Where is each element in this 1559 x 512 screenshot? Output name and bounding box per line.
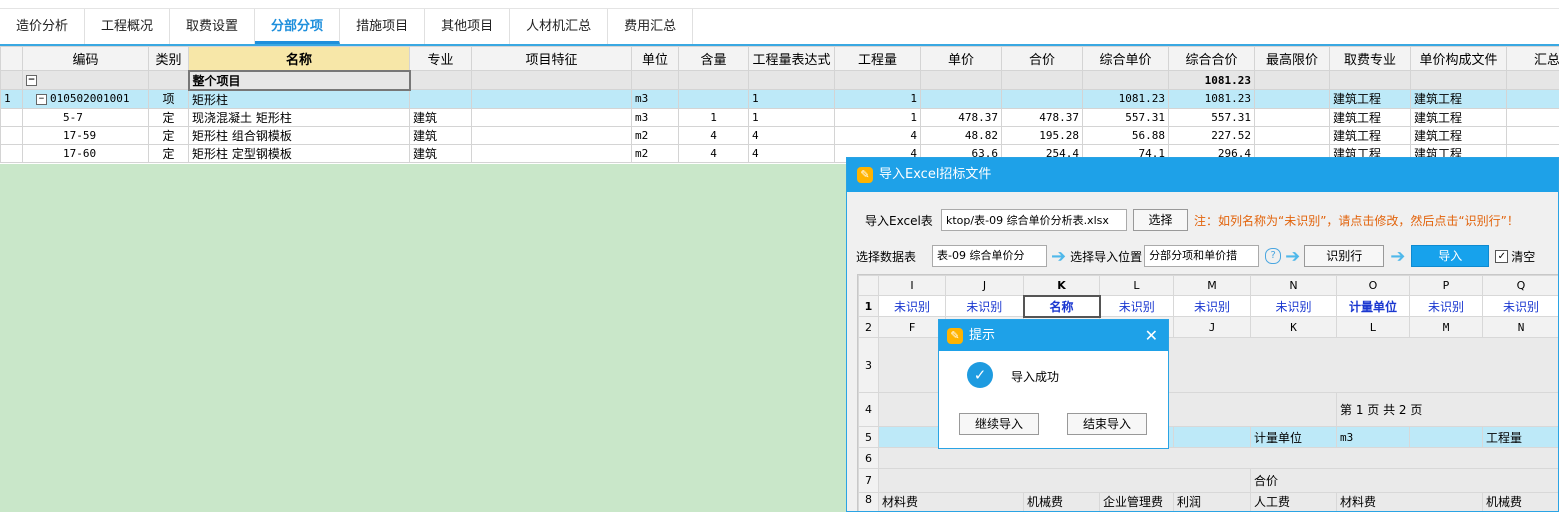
tab-fee-settings[interactable]: 取费设置	[170, 9, 256, 44]
top-strip	[0, 0, 1559, 9]
check-circle-icon: ✓	[967, 362, 993, 388]
col-header[interactable]: 专业	[409, 46, 472, 71]
choose-file-button[interactable]: 选择	[1133, 209, 1188, 231]
tab-sub-items[interactable]: 分部分项	[255, 9, 341, 44]
col-header[interactable]: 工程量	[834, 46, 921, 71]
main-tabs: 造价分析 工程概况 取费设置 分部分项 措施项目 其他项目 人材机汇总 费用汇总	[0, 9, 1559, 46]
total-name: 整个项目	[187, 69, 411, 91]
popup-message: 导入成功	[1011, 370, 1060, 384]
end-import-button[interactable]: 结束导入	[1067, 413, 1147, 435]
popup-titlebar[interactable]: ✎ 提示 ✕	[939, 320, 1168, 351]
app-logo-icon: ✎	[857, 166, 873, 183]
tab-cost-analysis[interactable]: 造价分析	[0, 9, 86, 44]
col-header[interactable]: 汇总类	[1506, 46, 1559, 71]
table-row[interactable]: 5-7 定 现浇混凝土 矩形柱 建筑 m3 1 1 1 478.37 478.3…	[0, 107, 1559, 127]
select-position-label: 选择导入位置	[1070, 249, 1143, 264]
clear-checkbox[interactable]: ✓	[1495, 249, 1509, 263]
col-header-name[interactable]: 名称	[188, 46, 410, 71]
help-icon[interactable]: ?	[1265, 248, 1282, 264]
success-popup: ✎ 提示 ✕ ✓ 导入成功 继续导入 结束导入	[938, 319, 1169, 449]
import-button[interactable]: 导入	[1411, 245, 1490, 267]
clear-label: 清空	[1511, 249, 1536, 264]
collapse-icon[interactable]: −	[36, 93, 47, 105]
continue-import-button[interactable]: 继续导入	[959, 413, 1039, 435]
col-header[interactable]: 编码	[22, 46, 149, 71]
import-label: 导入Excel表	[865, 213, 933, 228]
import-file-row: 导入Excel表 ktop/表-09 综合单价分析表.xlsx 选择 注：如列名…	[865, 208, 1519, 232]
col-header[interactable]: 项目特征	[471, 46, 632, 71]
col-header[interactable]: 最高限价	[1254, 46, 1330, 71]
sheet-select[interactable]: 表-09 综合单价分	[932, 245, 1047, 267]
dialog-titlebar[interactable]: ✎ 导入Excel招标文件	[847, 158, 1558, 192]
dialog-title: 导入Excel招标文件	[879, 167, 992, 182]
close-icon[interactable]: ✕	[1145, 320, 1158, 351]
total-row[interactable]: − 整个项目 1081.23	[0, 69, 1559, 91]
sheet-row[interactable]: 8 材料费 机械费 企业管理费 利润 人工费 材料费 机械费	[858, 492, 1558, 511]
tab-measures[interactable]: 措施项目	[340, 9, 426, 44]
file-path-input[interactable]: ktop/表-09 综合单价分析表.xlsx	[941, 209, 1127, 231]
collapse-icon[interactable]: −	[26, 75, 37, 86]
tab-other-items[interactable]: 其他项目	[425, 9, 511, 44]
col-header[interactable]: 综合合价	[1168, 46, 1255, 71]
col-header[interactable]: 单价构成文件	[1410, 46, 1507, 71]
sheet-row[interactable]: 6	[858, 447, 1558, 469]
popup-title: 提示	[969, 328, 996, 343]
position-select[interactable]: 分部分项和单价措	[1144, 245, 1260, 267]
table-row[interactable]: 1 −010502001001 项 矩形柱 m3 1 1 1081.23 108…	[0, 89, 1559, 109]
items-grid: 编码 类别 名称 专业 项目特征 单位 含量 工程量表达式 工程量 单价 合价 …	[0, 46, 1559, 164]
grid-header-row: 编码 类别 名称 专业 项目特征 单位 含量 工程量表达式 工程量 单价 合价 …	[0, 46, 1559, 71]
sheet-column-header-row: I J K L M N O P Q	[858, 275, 1558, 296]
total-amount: 1081.23	[1168, 70, 1255, 90]
arrow-right-icon: ➔	[1390, 245, 1406, 267]
tab-fee-summary[interactable]: 费用汇总	[608, 9, 694, 44]
col-header[interactable]: 单价	[920, 46, 1002, 71]
col-header[interactable]: 取费专业	[1329, 46, 1411, 71]
import-options-row: 选择数据表 表-09 综合单价分 ➔ 选择导入位置 分部分项和单价措 ? ➔ 识…	[856, 244, 1535, 268]
tab-labor-material-summary[interactable]: 人材机汇总	[510, 9, 609, 44]
app-logo-icon: ✎	[947, 327, 963, 344]
col-header[interactable]: 合价	[1001, 46, 1083, 71]
select-sheet-label: 选择数据表	[856, 249, 917, 264]
recognition-note: 注：如列名称为“未识别”，请点击修改，然后点击“识别行”！	[1194, 213, 1519, 228]
tab-project-overview[interactable]: 工程概况	[85, 9, 171, 44]
row-number-header	[0, 46, 23, 71]
identify-row-button[interactable]: 识别行	[1304, 245, 1385, 267]
page-indicator: 第 1 页 共 2 页	[1336, 392, 1558, 427]
col-header[interactable]: 含量	[678, 46, 749, 71]
arrow-right-icon: ➔	[1285, 245, 1301, 267]
table-row[interactable]: 17-59 定 矩形柱 组合钢模板 建筑 m2 4 4 4 48.82 195.…	[0, 125, 1559, 145]
col-header[interactable]: 单位	[631, 46, 679, 71]
sheet-row-recognition: 1 未识别 未识别 名称 未识别 未识别 未识别 计量单位 未识别 未识别	[858, 294, 1558, 318]
col-header[interactable]: 综合单价	[1082, 46, 1169, 71]
sheet-row[interactable]: 7 合价	[858, 468, 1558, 493]
col-header[interactable]: 类别	[148, 46, 189, 71]
arrow-right-icon: ➔	[1051, 245, 1067, 267]
col-header[interactable]: 工程量表达式	[748, 46, 835, 71]
